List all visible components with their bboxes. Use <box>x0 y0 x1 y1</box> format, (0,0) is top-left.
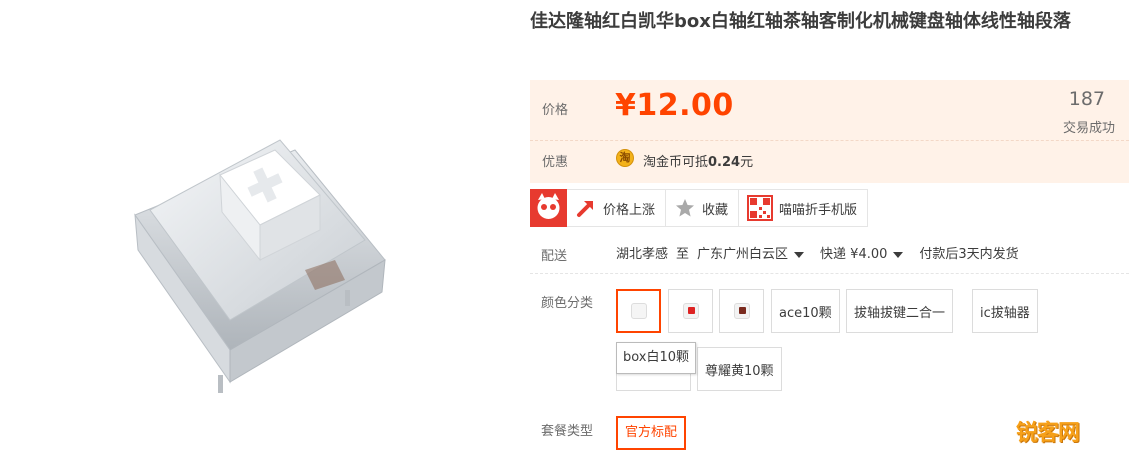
sales-count: 187 <box>1068 88 1105 110</box>
arrow-up-right-icon <box>575 197 597 219</box>
sku-option-ace10[interactable]: ace10颗 <box>771 289 840 333</box>
product-title: 佳达隆轴红白凯华box白轴红轴茶轴客制化机械键盘轴体线性轴段落 <box>530 11 1071 32</box>
sku-option-red[interactable] <box>668 289 713 333</box>
taobao-coin-icon: 淘 <box>616 149 634 167</box>
price-value: ¥12.00 <box>615 88 734 123</box>
favorite-button[interactable]: 收藏 <box>665 189 740 227</box>
dispatch-time: 付款后3天内发货 <box>919 247 1019 262</box>
promo-text: 淘金币可抵0.24元 <box>643 151 753 170</box>
divider <box>530 273 1129 274</box>
shipping-select[interactable]: 快递 ¥4.00 <box>820 243 904 262</box>
divider <box>530 140 1129 141</box>
delivery-from: 湖北孝感 <box>616 247 669 262</box>
brown-switch-thumbnail <box>733 303 750 319</box>
sku-tooltip: box白10颗 <box>616 342 697 374</box>
promo-label: 优惠 <box>542 155 569 170</box>
sku-option-puller-combo[interactable]: 拔轴拔键二合一 <box>846 289 954 333</box>
delivery-info: 湖北孝感 至 广东广州白云区 快递 ¥4.00 付款后3天内发货 <box>616 243 1019 262</box>
sku-option-brown[interactable] <box>719 289 764 333</box>
price-alert-label: 价格上涨 <box>603 202 656 218</box>
qr-code-icon <box>747 195 774 221</box>
sku-option-gold-yellow-10[interactable]: 尊耀黄10颗 <box>697 347 782 391</box>
sku-label: 颜色分类 <box>541 296 594 311</box>
package-label: 套餐类型 <box>541 424 594 439</box>
star-icon <box>674 197 696 219</box>
price-panel: 价格 ¥12.00 187 交易成功 优惠 淘 淘金币可抵0.24元 <box>530 80 1129 183</box>
price-label: 价格 <box>542 103 569 118</box>
red-switch-thumbnail <box>682 303 699 319</box>
sales-label: 交易成功 <box>1062 121 1115 136</box>
promo-amount: 0.24 <box>708 155 741 170</box>
favorite-label: 收藏 <box>702 202 729 218</box>
delivery-label: 配送 <box>541 249 568 264</box>
package-option-standard[interactable]: 官方标配 <box>616 416 687 450</box>
promo-suffix: 元 <box>740 155 754 170</box>
sku-option-box-white[interactable] <box>616 289 661 333</box>
sku-option-ic-puller[interactable]: ic拔轴器 <box>972 289 1038 333</box>
delivery-destination-select[interactable]: 广东广州白云区 <box>697 243 805 262</box>
mobile-version-button[interactable]: 喵喵折手机版 <box>738 189 869 227</box>
product-image <box>120 120 420 400</box>
price-alert-button[interactable]: 价格上涨 <box>566 189 667 227</box>
chevron-down-icon <box>893 251 904 258</box>
shipping-fee: 快递 ¥4.00 <box>820 247 888 262</box>
chevron-down-icon <box>794 251 805 258</box>
white-switch-thumbnail <box>630 303 647 319</box>
delivery-to-word: 至 <box>676 247 690 262</box>
mobile-version-label: 喵喵折手机版 <box>779 202 858 218</box>
cat-logo-icon[interactable] <box>530 189 567 227</box>
action-bar: 价格上涨 收藏 喵喵折手机版 <box>530 189 869 227</box>
watermark-logo: 锐客网 <box>1016 421 1080 446</box>
promo-prefix: 淘金币可抵 <box>643 155 709 170</box>
delivery-destination: 广东广州白云区 <box>697 247 789 262</box>
